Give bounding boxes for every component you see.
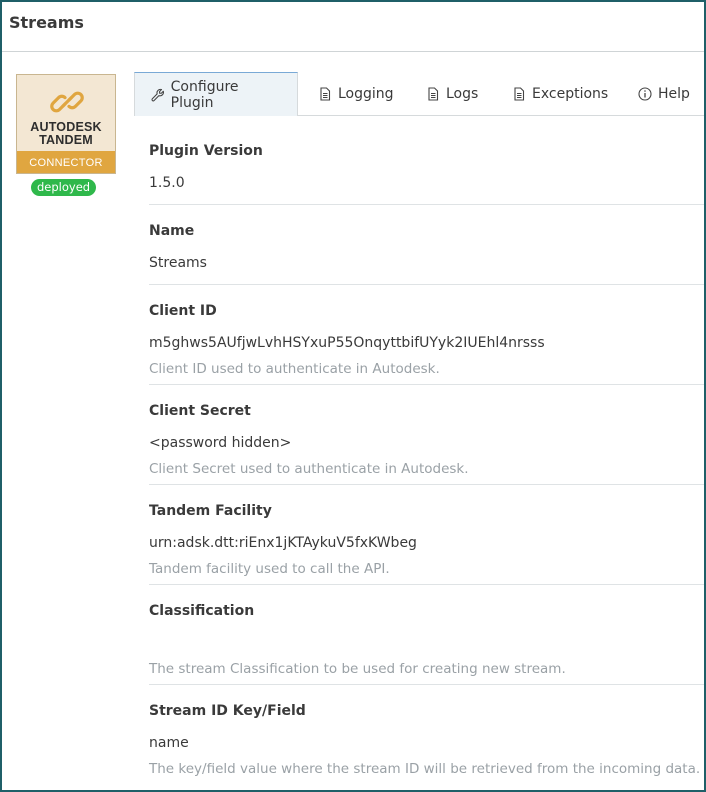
configuration-form: Plugin Version 1.5.0 Name Streams Client… <box>149 116 704 785</box>
wrench-icon <box>151 88 164 101</box>
field-stream-id-key: Stream ID Key/Field name The key/field v… <box>149 685 704 785</box>
field-label: Client ID <box>149 303 217 319</box>
field-label: Tandem Facility <box>149 503 272 519</box>
logo-brand-line-2: TANDEM <box>39 133 93 147</box>
field-value: 1.5.0 <box>149 175 185 191</box>
field-value[interactable]: name <box>149 735 189 751</box>
field-help: Client ID used to authenticate in Autode… <box>149 361 440 377</box>
field-label: Stream ID Key/Field <box>149 703 306 719</box>
field-label: Client Secret <box>149 403 251 419</box>
tab-label: Logs <box>446 85 479 102</box>
tab-configure-plugin[interactable]: Configure Plugin <box>134 72 298 116</box>
tab-label: Exceptions <box>532 85 609 102</box>
document-icon <box>428 86 439 101</box>
field-classification: Classification The stream Classification… <box>149 585 704 685</box>
tab-logs[interactable]: Logs <box>426 72 478 115</box>
logo-brand: AUTODESK TANDEM <box>17 121 115 147</box>
field-help: The key/field value where the stream ID … <box>149 761 701 777</box>
field-plugin-version: Plugin Version 1.5.0 <box>149 116 704 205</box>
field-help: Tandem facility used to call the API. <box>149 561 390 577</box>
field-value[interactable]: <password hidden> <box>149 435 291 451</box>
field-value[interactable]: m5ghws5AUfjwLvhHSYxuP55OnqyttbifUYyk2IUE… <box>149 335 545 351</box>
field-help: The stream Classification to be used for… <box>149 661 566 677</box>
field-label: Name <box>149 223 195 239</box>
tab-help[interactable]: Help <box>638 72 690 115</box>
status-badge: deployed <box>31 179 97 196</box>
document-icon <box>320 86 331 101</box>
field-client-secret: Client Secret <password hidden> Client S… <box>149 385 704 485</box>
field-client-id: Client ID m5ghws5AUfjwLvhHSYxuP55Onqyttb… <box>149 285 704 385</box>
logo-connector-band: CONNECTOR <box>17 151 115 173</box>
tab-label: Help <box>658 85 690 102</box>
tab-bar: Configure Plugin Logging Logs Exceptions <box>134 72 704 116</box>
chain-link-icon <box>50 91 84 113</box>
field-value[interactable]: urn:adsk.dtt:riEnx1jKTAykuV5fxKWbeg <box>149 535 417 551</box>
field-help: Client Secret used to authenticate in Au… <box>149 461 469 477</box>
field-tandem-facility: Tandem Facility urn:adsk.dtt:riEnx1jKTAy… <box>149 485 704 585</box>
page-title: Streams <box>9 13 84 32</box>
info-icon <box>638 86 652 101</box>
tab-logging[interactable]: Logging <box>318 72 394 115</box>
field-name: Name Streams <box>149 205 704 285</box>
field-label: Plugin Version <box>149 143 263 159</box>
tab-label: Configure Plugin <box>170 78 239 111</box>
field-value[interactable]: Streams <box>149 255 207 271</box>
plugin-logo: AUTODESK TANDEM CONNECTOR <box>16 74 116 174</box>
field-label: Classification <box>149 603 255 619</box>
document-icon <box>514 86 525 101</box>
app-window: Streams AUTODESK TANDEM CONNECTOR deploy… <box>0 0 706 792</box>
title-bar: Streams <box>2 2 704 52</box>
tab-exceptions[interactable]: Exceptions <box>512 72 608 115</box>
tab-label: Logging <box>338 85 394 102</box>
